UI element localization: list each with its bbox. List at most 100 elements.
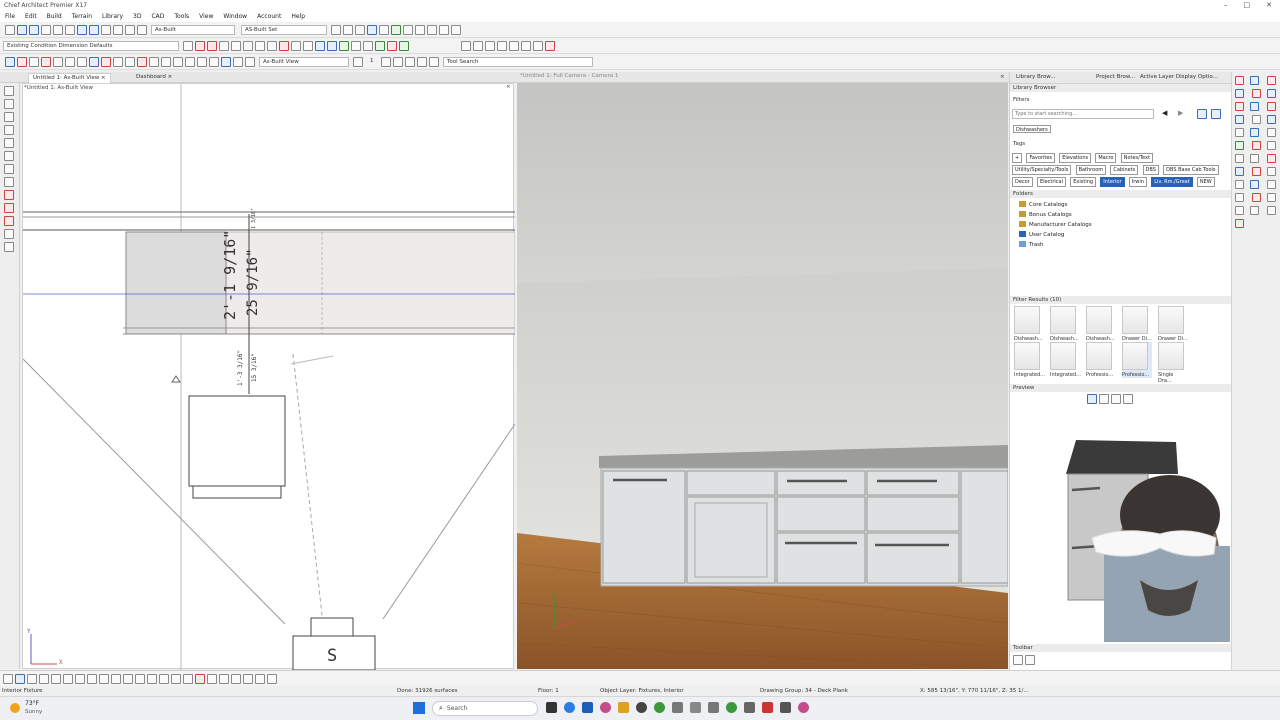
framing-icon[interactable] (113, 57, 123, 67)
tag-existing[interactable]: Existing (1070, 177, 1097, 187)
ext-icon[interactable] (439, 25, 449, 35)
plan-view-icon[interactable] (113, 25, 123, 35)
folder-trash[interactable]: Trash (1010, 240, 1230, 250)
move-icon[interactable] (51, 673, 61, 684)
terrain-icon[interactable] (125, 57, 135, 67)
roof-icon[interactable] (363, 41, 373, 51)
distribute-icon[interactable] (485, 41, 495, 51)
menu-terrain[interactable]: Terrain (67, 12, 97, 22)
misc-tool-icon[interactable] (4, 242, 14, 252)
menu-build[interactable]: Build (42, 12, 67, 22)
folder-user-catalog[interactable]: User Catalog (1010, 230, 1230, 240)
dimension-label-feet[interactable]: 2'-1 9/16" (221, 230, 239, 320)
save-icon[interactable] (29, 25, 39, 35)
result-item[interactable]: Dishwash... (1014, 306, 1044, 342)
stairs-icon[interactable] (65, 57, 75, 67)
arrow-icon[interactable] (195, 41, 205, 51)
tag-living-room[interactable]: Liv. Rm./Great (1151, 177, 1193, 187)
search-tool-icon[interactable] (399, 41, 409, 51)
camera-icon[interactable] (331, 25, 341, 35)
settings-gear-icon[interactable] (3, 673, 13, 684)
file-explorer-icon[interactable] (618, 702, 629, 713)
room-icon[interactable] (29, 57, 39, 67)
rotate-icon[interactable] (521, 41, 531, 51)
edit-tool-icon[interactable] (1250, 76, 1259, 85)
menu-cad[interactable]: CAD (146, 12, 169, 22)
terrain-tool-icon[interactable] (4, 177, 14, 187)
wall-icon[interactable] (17, 57, 27, 67)
tab-dashboard[interactable]: Dashboard × (132, 73, 176, 82)
tag-notes-text[interactable]: Notes/Text (1120, 153, 1153, 163)
acrobat-icon[interactable] (762, 702, 773, 713)
edit-tool-icon[interactable] (1252, 115, 1262, 124)
checklist-icon[interactable] (451, 25, 461, 35)
layers-icon[interactable] (375, 41, 385, 51)
tab-library-browser[interactable]: Library Brow... (1016, 73, 1056, 82)
align-icon[interactable] (473, 41, 483, 51)
window-tile-icon[interactable] (379, 25, 389, 35)
transform-replicate-icon[interactable] (135, 673, 145, 684)
menu-library[interactable]: Library (97, 12, 128, 22)
roof-tool-icon[interactable] (4, 164, 14, 174)
edit-tool-icon[interactable] (1235, 89, 1244, 98)
preview-area[interactable] (1010, 410, 1232, 642)
pencil-icon[interactable] (183, 41, 193, 51)
tag-irwin[interactable]: Irwin (1128, 177, 1147, 187)
cad-icon[interactable] (161, 57, 171, 67)
edit-tool-icon[interactable] (1235, 102, 1244, 111)
group-select-icon[interactable] (111, 673, 121, 684)
edit-tool-icon[interactable] (1267, 167, 1277, 176)
group-icon[interactable] (497, 41, 507, 51)
polyline-icon[interactable] (291, 41, 301, 51)
task-view-icon[interactable] (546, 702, 557, 713)
dimension-small-feet[interactable]: 1'-3 3/16" (237, 350, 244, 386)
stairs-tool-icon[interactable] (4, 151, 14, 161)
tag-cabinets[interactable]: Cabinets (1110, 165, 1139, 175)
edit-tool-icon[interactable] (1235, 141, 1244, 150)
edit-tool-icon[interactable] (1250, 154, 1259, 163)
3d-view-icon[interactable] (221, 57, 231, 67)
elevation-icon[interactable] (343, 25, 353, 35)
copy-icon[interactable] (65, 25, 75, 35)
text-icon[interactable] (231, 41, 241, 51)
app-icon[interactable] (798, 702, 809, 713)
table-icon[interactable] (327, 41, 337, 51)
app-icon[interactable] (744, 702, 755, 713)
eye-icon[interactable] (353, 57, 363, 67)
up-level-icon[interactable] (381, 57, 391, 67)
edit-tool-icon[interactable] (1267, 128, 1277, 137)
dimension-defaults-select[interactable]: Existing Condition Dimension Defaults (3, 41, 179, 51)
library-search-input[interactable] (1012, 109, 1154, 119)
make-parallel-icon[interactable] (147, 673, 157, 684)
tag-favorites[interactable]: Favorites (1026, 153, 1056, 163)
preview-home-icon[interactable] (1087, 394, 1097, 404)
result-item[interactable]: Integrated... (1014, 342, 1045, 378)
close-view-icon[interactable]: × (996, 73, 1009, 82)
edit-tool-icon[interactable] (1250, 180, 1259, 189)
reflect-about-icon[interactable] (159, 673, 169, 684)
history-icon[interactable] (429, 57, 439, 67)
center-icon[interactable] (87, 673, 97, 684)
edit-tool-icon[interactable] (1235, 193, 1244, 202)
app-icon[interactable] (636, 702, 647, 713)
filter-icon[interactable] (1211, 109, 1221, 119)
maximize-button[interactable]: □ (1244, 1, 1251, 9)
active-filter-chip[interactable]: Dishwashers (1013, 125, 1051, 133)
result-item[interactable]: Single Dra... (1158, 342, 1188, 384)
layer-display-icon[interactable] (125, 25, 135, 35)
result-item[interactable]: Dishwash... (1086, 306, 1116, 342)
circle-icon[interactable] (267, 41, 277, 51)
room-tool-icon[interactable] (4, 99, 14, 109)
tag-bathroom[interactable]: Bathroom (1075, 165, 1107, 175)
plumbing-tool-icon[interactable] (4, 229, 14, 239)
tool-search-input[interactable]: Tool Search (443, 57, 593, 67)
rectangle-icon[interactable] (219, 41, 229, 51)
preview-fit-icon[interactable] (1099, 394, 1109, 404)
edit-tool-icon[interactable] (1267, 193, 1277, 202)
app-icon[interactable] (582, 702, 593, 713)
settings-icon[interactable] (415, 25, 425, 35)
transform-icon[interactable] (461, 41, 471, 51)
paint-icon[interactable] (387, 41, 397, 51)
home-outline-icon[interactable] (351, 41, 361, 51)
help-icon[interactable] (137, 25, 147, 35)
